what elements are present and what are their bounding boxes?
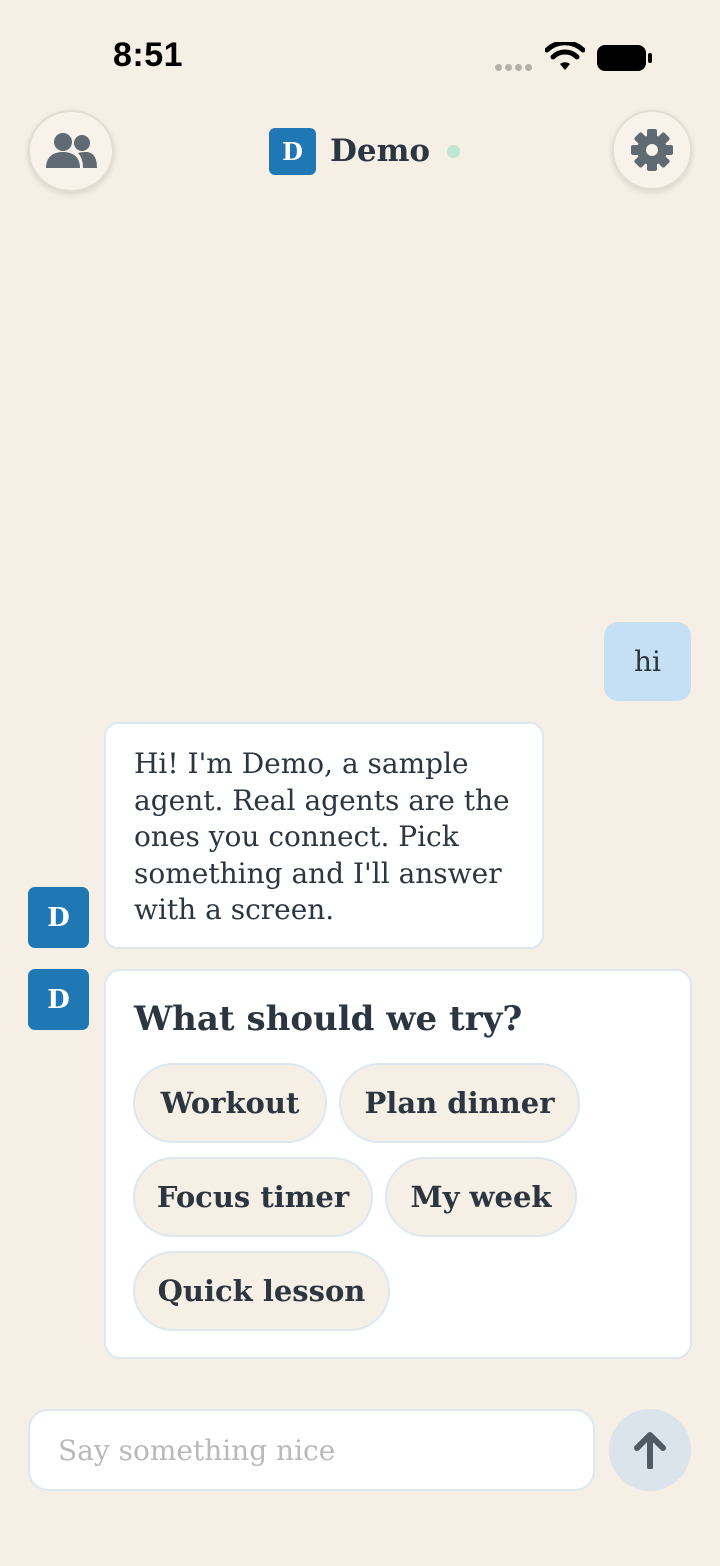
gear-icon <box>631 129 673 171</box>
agent-badge: D <box>269 127 316 175</box>
agent-header[interactable]: D Demo <box>269 127 461 175</box>
wifi-icon <box>545 42 585 70</box>
user-message-text: hi <box>634 645 661 678</box>
status-time: 8:51 <box>113 36 184 74</box>
online-status-dot <box>447 144 461 158</box>
settings-button[interactable] <box>612 110 692 190</box>
agent-name: Demo <box>330 133 431 169</box>
send-button[interactable] <box>609 1409 691 1491</box>
agent-avatar: D <box>28 887 89 948</box>
option-chip-workout[interactable]: Workout <box>133 1063 327 1143</box>
arrow-up-icon <box>634 1432 666 1469</box>
agent-avatar: D <box>28 969 89 1030</box>
option-chip-quick-lesson[interactable]: Quick lesson <box>133 1251 390 1331</box>
option-chip-focus-timer[interactable]: Focus timer <box>133 1157 373 1237</box>
cellular-signal-icon <box>495 64 532 71</box>
choice-card: What should we try? Workout Plan dinner … <box>104 969 692 1359</box>
people-button[interactable] <box>28 110 114 192</box>
battery-icon <box>597 45 652 71</box>
option-chip-my-week[interactable]: My week <box>385 1157 577 1237</box>
option-chip-plan-dinner[interactable]: Plan dinner <box>339 1063 580 1143</box>
message-input[interactable] <box>28 1409 595 1491</box>
choice-card-title: What should we try? <box>134 999 523 1039</box>
agent-message-bubble: Hi! I'm Demo, a sample agent. Real agent… <box>104 722 544 949</box>
status-bar: 8:51 <box>0 0 720 100</box>
people-icon <box>46 133 97 168</box>
agent-message-text: Hi! I'm Demo, a sample agent. Real agent… <box>134 747 510 926</box>
user-message-bubble: hi <box>604 622 691 701</box>
